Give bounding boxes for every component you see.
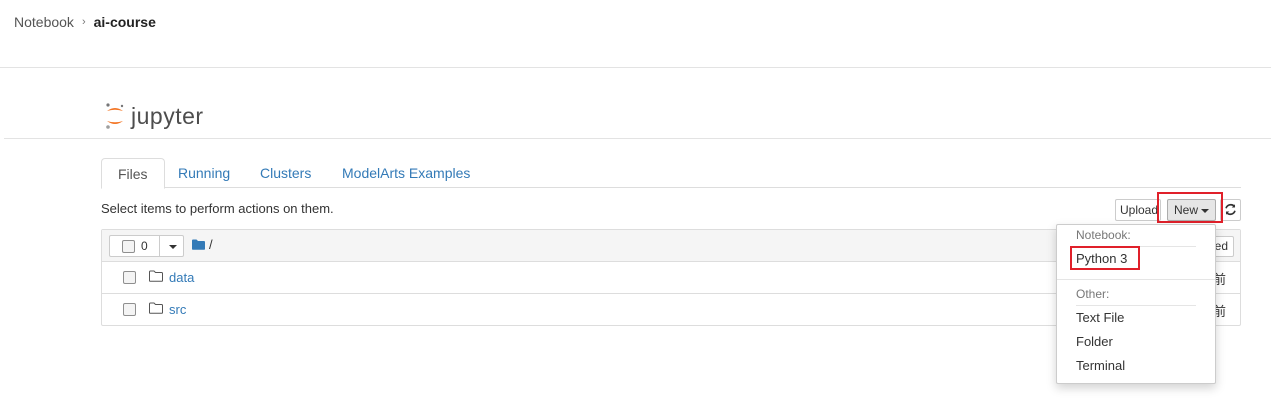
selected-count: 0: [141, 239, 148, 253]
menu-item-text-file[interactable]: Text File: [1076, 310, 1124, 325]
top-divider: [0, 67, 1271, 68]
menu-divider: [1057, 279, 1215, 280]
menu-divider: [1076, 305, 1196, 306]
current-path[interactable]: /: [209, 237, 213, 252]
caret-down-icon[interactable]: [169, 245, 177, 249]
select-all-checkbox[interactable]: [122, 240, 135, 253]
logo-wordmark: jupyter: [131, 102, 204, 129]
item-name-link[interactable]: data: [169, 270, 194, 285]
menu-item-python3[interactable]: Python 3: [1076, 251, 1127, 266]
folder-outline-icon: [149, 270, 163, 282]
selection-hint: Select items to perform actions on them.: [101, 201, 334, 216]
item-checkbox[interactable]: [123, 271, 136, 284]
jupyter-logo[interactable]: jupyter: [104, 101, 204, 131]
upload-button[interactable]: Upload: [1115, 199, 1161, 221]
tab-clusters[interactable]: Clusters: [244, 158, 327, 188]
header-divider: [4, 138, 1271, 139]
select-all-dropdown[interactable]: 0: [109, 235, 184, 257]
item-name-link[interactable]: src: [169, 302, 186, 317]
tab-running[interactable]: Running: [162, 158, 246, 188]
breadcrumb-current: ai-course: [93, 14, 156, 30]
new-button[interactable]: New: [1167, 199, 1216, 221]
notebook-section-header: Notebook:: [1076, 228, 1131, 242]
breadcrumb: Notebook › ai-course: [14, 14, 156, 30]
menu-item-terminal[interactable]: Terminal: [1076, 358, 1125, 373]
jupyter-logo-icon: [106, 103, 124, 129]
folder-outline-icon: [149, 302, 163, 314]
new-dropdown-menu: Notebook: Python 3 Other: Text File Fold…: [1056, 224, 1216, 384]
refresh-icon: [1225, 204, 1236, 215]
caret-down-icon: [1201, 208, 1209, 213]
item-checkbox[interactable]: [123, 303, 136, 316]
chevron-right-icon: ›: [81, 16, 86, 28]
new-button-label: New: [1173, 203, 1198, 217]
tab-modelarts-examples[interactable]: ModelArts Examples: [326, 158, 486, 188]
menu-divider: [1076, 246, 1196, 247]
tab-files[interactable]: Files: [101, 158, 165, 189]
tab-bar: Files Running Clusters ModelArts Example…: [101, 158, 1241, 189]
other-section-header: Other:: [1076, 287, 1110, 301]
breadcrumb-root[interactable]: Notebook: [14, 14, 74, 30]
select-divider: [159, 236, 160, 256]
folder-icon[interactable]: [192, 239, 205, 250]
refresh-button[interactable]: [1220, 199, 1241, 221]
menu-item-folder[interactable]: Folder: [1076, 334, 1113, 349]
